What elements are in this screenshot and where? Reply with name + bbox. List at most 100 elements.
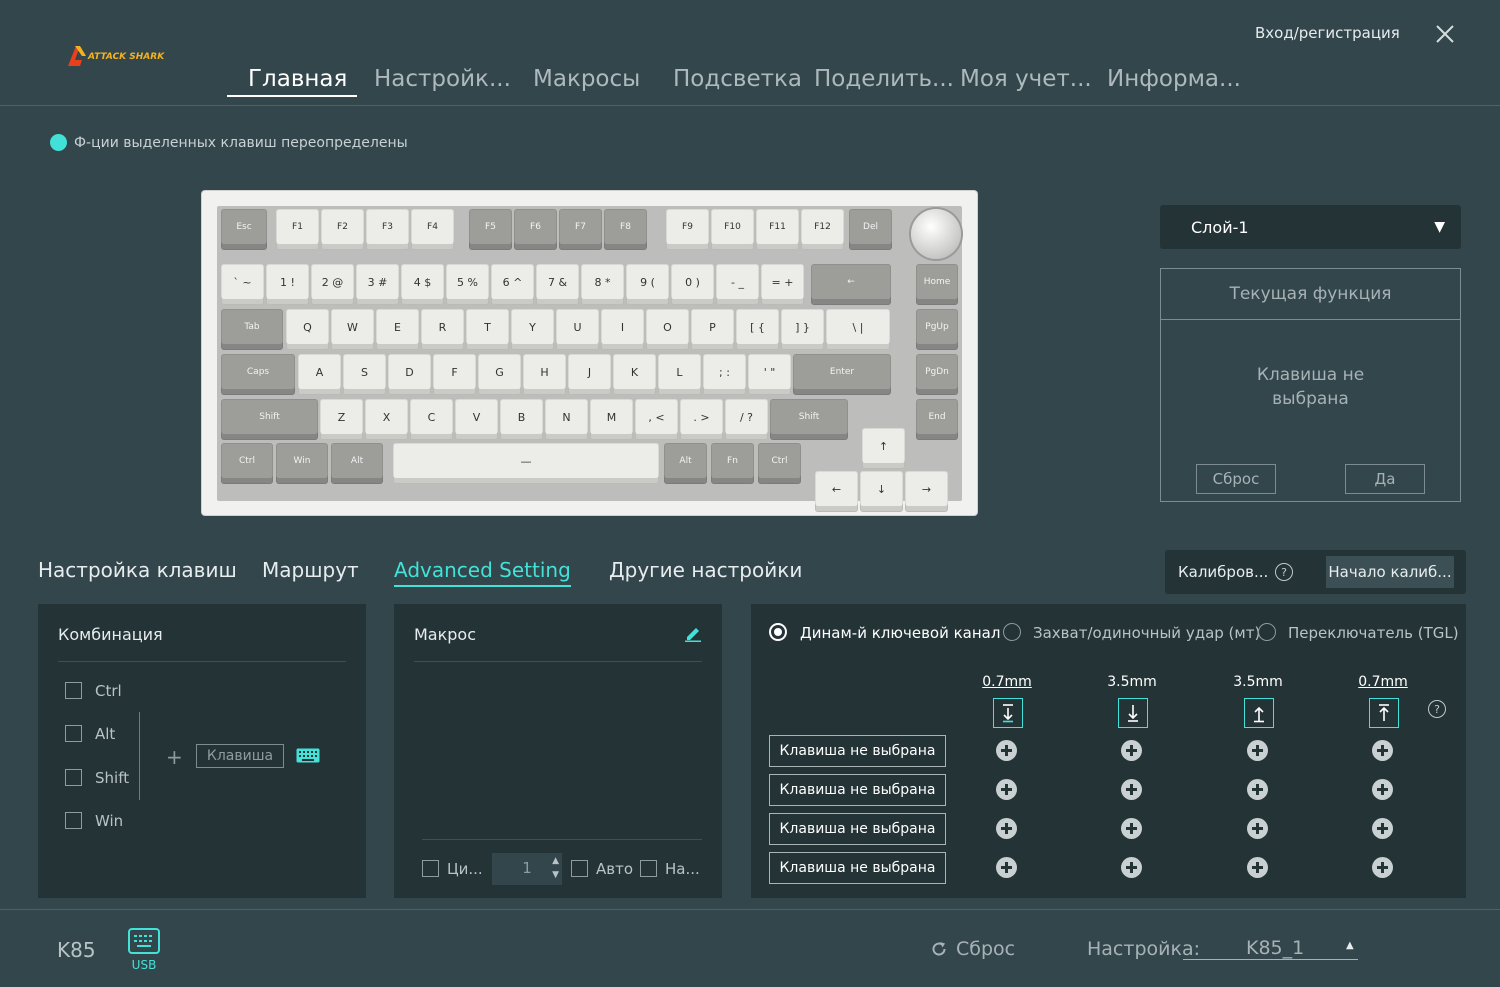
keycap[interactable]: W [331, 309, 374, 350]
depth-1[interactable]: 0.7mm [977, 674, 1037, 690]
keycap[interactable]: Fn [711, 443, 754, 484]
depth-2[interactable]: 3.5mm [1102, 674, 1162, 690]
keycap[interactable]: Tab [221, 309, 283, 350]
add-action-icon[interactable] [1372, 818, 1393, 839]
add-action-icon[interactable] [996, 857, 1017, 878]
keycap[interactable]: F2 [321, 209, 364, 250]
release-top-icon[interactable] [1369, 698, 1399, 728]
press-start-icon[interactable] [993, 698, 1023, 728]
press-bottom-icon[interactable] [1118, 698, 1148, 728]
keycap[interactable]: Enter [793, 354, 891, 395]
keycap[interactable]: ← [811, 264, 891, 305]
add-action-icon[interactable] [996, 818, 1017, 839]
dks-slot-1[interactable]: Клавиша не выбрана [769, 735, 946, 767]
tab-route[interactable]: Маршрут [262, 558, 359, 582]
keycap[interactable]: F7 [559, 209, 602, 250]
add-action-icon[interactable] [1121, 857, 1142, 878]
keycap[interactable]: D [388, 354, 431, 395]
tab-info[interactable]: Информа... [1107, 66, 1241, 92]
keycap[interactable]: F10 [711, 209, 754, 250]
edit-icon[interactable] [684, 624, 702, 642]
footer-reset-button[interactable]: Сброс [930, 938, 1015, 960]
keycap[interactable]: Alt [664, 443, 707, 484]
dks-slot-2[interactable]: Клавиша не выбрана [769, 774, 946, 806]
keycap[interactable]: T [466, 309, 509, 350]
keycap[interactable]: F9 [666, 209, 709, 250]
keycap[interactable]: S [343, 354, 386, 395]
combo-key-input[interactable]: Клавиша [196, 744, 284, 768]
keycap[interactable]: 1 ! [266, 264, 309, 305]
add-action-icon[interactable] [996, 779, 1017, 800]
keycap[interactable]: U [556, 309, 599, 350]
alt-checkbox[interactable] [65, 725, 82, 742]
add-action-icon[interactable] [1247, 779, 1268, 800]
current-function-ok-button[interactable]: Да [1345, 464, 1425, 494]
usb-connection[interactable]: USB [128, 928, 160, 974]
keycap[interactable]: Ctrl [221, 443, 273, 484]
tab-key-settings[interactable]: Настройка клавиш [38, 558, 237, 582]
tab-share[interactable]: Поделить... [814, 66, 954, 92]
stepper-up-icon[interactable]: ▲ [552, 856, 559, 866]
keycap[interactable]: , < [635, 399, 678, 440]
help-icon[interactable]: ? [1275, 563, 1293, 581]
keycap[interactable]: Z [320, 399, 363, 440]
keycap[interactable]: ] } [781, 309, 824, 350]
add-action-icon[interactable] [1247, 818, 1268, 839]
dks-slot-3[interactable]: Клавиша не выбрана [769, 813, 946, 845]
keycap[interactable]: 9 ( [626, 264, 669, 305]
add-action-icon[interactable] [1121, 818, 1142, 839]
keycap[interactable]: [ { [736, 309, 779, 350]
keycap[interactable]: Shift [770, 399, 848, 440]
layer-select[interactable]: Слой-1 ▼ [1160, 205, 1461, 249]
keycap[interactable]: ' " [748, 354, 791, 395]
keycap[interactable]: H [523, 354, 566, 395]
keycap[interactable]: K [613, 354, 656, 395]
cycle-checkbox[interactable] [422, 860, 439, 877]
keycap[interactable]: R [421, 309, 464, 350]
keyboard-icon[interactable] [296, 748, 320, 763]
keycap[interactable]: F4 [411, 209, 454, 250]
keycap[interactable]: 4 $ [401, 264, 444, 305]
keycap[interactable]: G [478, 354, 521, 395]
add-action-icon[interactable] [1121, 740, 1142, 761]
keycap[interactable]: F [433, 354, 476, 395]
tab-other-settings[interactable]: Другие настройки [609, 558, 802, 582]
keycap[interactable]: Del [849, 209, 892, 250]
help-icon[interactable]: ? [1428, 700, 1446, 718]
keycap[interactable]: X [365, 399, 408, 440]
tab-macros[interactable]: Макросы [533, 66, 640, 92]
keycap[interactable]: End [916, 399, 958, 440]
keycap[interactable]: P [691, 309, 734, 350]
add-action-icon[interactable] [1372, 740, 1393, 761]
keycap[interactable]: — [393, 443, 659, 484]
keycap[interactable]: Win [276, 443, 328, 484]
keycap[interactable]: 5 % [446, 264, 489, 305]
volume-knob[interactable] [911, 209, 961, 259]
cycle-count-stepper[interactable]: 1 ▲ ▼ [492, 853, 562, 885]
start-calibration-button[interactable]: Начало калиб... [1326, 556, 1454, 588]
keycap[interactable]: L [658, 354, 701, 395]
keycap[interactable]: Home [916, 264, 958, 305]
keycap[interactable]: Alt [331, 443, 383, 484]
mode-mt-radio[interactable] [1003, 623, 1021, 641]
keycap[interactable]: A [298, 354, 341, 395]
auto-checkbox[interactable] [571, 860, 588, 877]
tab-advanced-setting[interactable]: Advanced Setting [394, 558, 571, 582]
keycap[interactable]: ; : [703, 354, 746, 395]
keycap[interactable]: ↑ [862, 428, 905, 469]
keycap[interactable]: Shift [221, 399, 318, 440]
keycap[interactable]: E [376, 309, 419, 350]
keycap[interactable]: 8 * [581, 264, 624, 305]
keycap[interactable]: ` ~ [221, 264, 264, 305]
keycap[interactable]: Esc [221, 209, 267, 250]
keycap[interactable]: M [590, 399, 633, 440]
keycap[interactable]: Ctrl [758, 443, 801, 484]
keycap[interactable]: F3 [366, 209, 409, 250]
keycap[interactable]: F5 [469, 209, 512, 250]
tab-settings[interactable]: Настройк... [374, 66, 511, 92]
keycap[interactable]: = + [761, 264, 804, 305]
release-bottom-icon[interactable] [1244, 698, 1274, 728]
keycap[interactable]: B [500, 399, 543, 440]
keycap[interactable]: F6 [514, 209, 557, 250]
mode-dks-radio[interactable] [769, 623, 787, 641]
